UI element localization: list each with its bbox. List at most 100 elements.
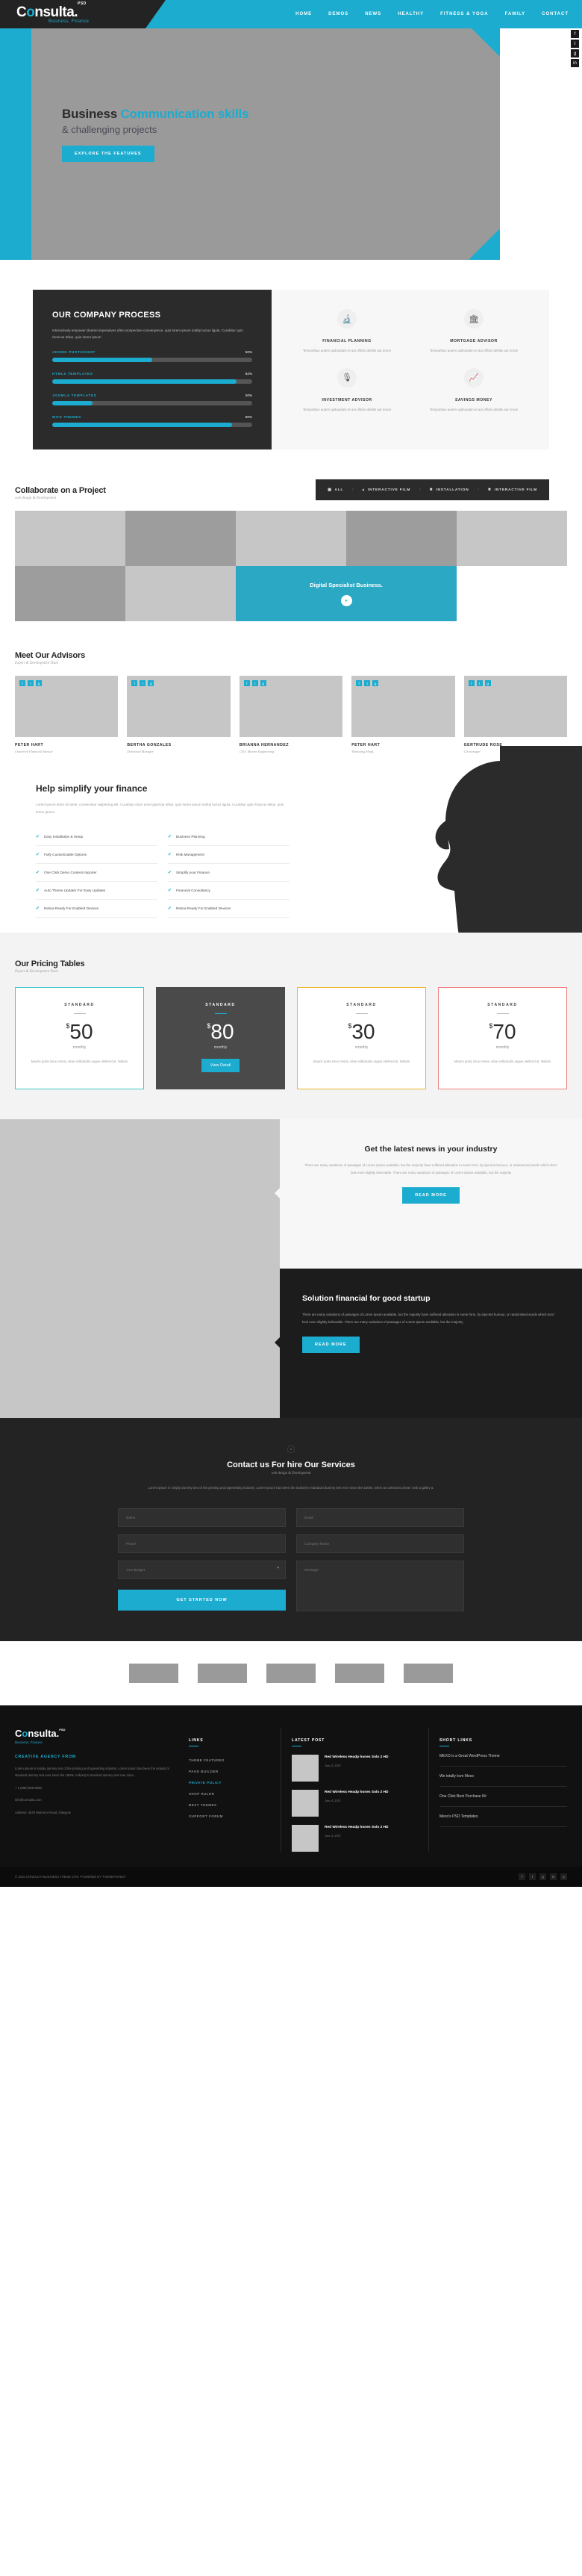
team-member-card[interactable]: f t g BRIANNA HERNANDEZ CEO, Marine Engi… xyxy=(239,676,343,753)
hero-cta-button[interactable]: EXPLORE THE FEATURES xyxy=(62,146,154,162)
feature-label: Auto Theme Updater For Easy Updates xyxy=(44,888,106,892)
short-link-item[interactable]: Mexo's PSD Templates xyxy=(439,1807,567,1828)
team-member-card[interactable]: f t g GERTRUDE ROSE CA manager xyxy=(463,676,567,753)
filter-installation[interactable]: ✖ INSTALLATION xyxy=(430,488,469,492)
twitter-icon[interactable]: t xyxy=(529,1873,536,1881)
client-logo-4[interactable] xyxy=(335,1663,384,1683)
short-link-item[interactable]: We totally love Mexo xyxy=(439,1767,567,1788)
nav-item-home[interactable]: HOME xyxy=(295,12,312,16)
pinterest-icon[interactable]: p xyxy=(560,1873,567,1881)
plan-name: STANDARD xyxy=(487,1002,518,1007)
facebook-icon[interactable]: f xyxy=(468,680,475,687)
twitter-icon[interactable]: t xyxy=(140,680,146,687)
portfolio-tile[interactable] xyxy=(15,566,125,622)
linkedin-icon[interactable]: in xyxy=(571,59,579,67)
portfolio-tile[interactable] xyxy=(236,511,346,567)
service-card[interactable]: 🔬 FINANCIAL PLANNING Temporibus autem qu… xyxy=(284,309,410,355)
footer-link-private-policy[interactable]: PRIVATE POLICY xyxy=(189,1777,267,1788)
portfolio-tile[interactable] xyxy=(15,511,125,567)
google-plus-icon[interactable]: g xyxy=(539,1873,546,1881)
footer-logo[interactable]: Consulta.PSD xyxy=(15,1728,175,1739)
portfolio-tile[interactable] xyxy=(457,511,567,567)
google-plus-icon[interactable]: g xyxy=(571,49,579,57)
facebook-icon[interactable]: f xyxy=(131,680,138,687)
portfolio-feature-tile[interactable]: Digital Specialist Business. + xyxy=(236,566,457,622)
filter-interactive-film-1[interactable]: ▴ INTERACTIVE FILM xyxy=(363,488,411,492)
filter-interactive-film-2[interactable]: ✖ INTERACTIVE FILM xyxy=(488,488,537,492)
google-plus-icon[interactable]: g xyxy=(36,680,42,687)
budget-select[interactable] xyxy=(118,1560,286,1579)
divider xyxy=(496,1012,509,1015)
get-started-button[interactable]: GET STARTED NOW xyxy=(118,1589,286,1611)
logo[interactable]: Consulta. PSD Business, Finance xyxy=(0,0,166,28)
pricing-card[interactable]: STANDARD $50 monthly Mauris porta risus … xyxy=(15,986,144,1090)
service-card[interactable]: 📈 SAVINGS MONEY Temporibus autem quibusd… xyxy=(410,367,537,414)
portfolio-tile[interactable] xyxy=(125,566,236,622)
short-link-item[interactable]: One Click Best Purchase Kit xyxy=(439,1787,567,1808)
google-plus-icon[interactable]: g xyxy=(484,680,491,687)
twitter-icon[interactable]: t xyxy=(571,40,579,48)
short-link-item[interactable]: MEXO is a Great WordPress Theme xyxy=(439,1746,567,1767)
facebook-icon[interactable]: f xyxy=(356,680,363,687)
twitter-icon[interactable]: t xyxy=(251,680,258,687)
nav-item-family[interactable]: FAMILY xyxy=(505,12,525,16)
facebook-icon[interactable]: f xyxy=(519,1873,525,1881)
pricing-card[interactable]: STANDARD $80 monthly View Detail xyxy=(156,986,285,1090)
name-field[interactable] xyxy=(118,1508,286,1527)
check-icon: ✔ xyxy=(168,834,172,839)
client-logo-1[interactable] xyxy=(129,1663,178,1683)
footer-link-best-themes[interactable]: BEST THEMES xyxy=(189,1799,267,1811)
nav-item-fitness[interactable]: FITNESS & YOGA xyxy=(440,12,489,16)
service-card[interactable]: 🏛 MORTGAGE ADVISOR Temporibus autem quib… xyxy=(410,309,537,355)
facebook-icon[interactable]: f xyxy=(243,680,250,687)
footer-post-item[interactable]: Red Wireless Headp hones Solo 2 HD June … xyxy=(292,1755,415,1782)
client-logo-3[interactable] xyxy=(266,1663,316,1683)
nav-item-demos[interactable]: DEMOS xyxy=(328,12,348,16)
triangle-icon: ▴ xyxy=(362,488,365,492)
twitter-icon[interactable]: t xyxy=(28,680,34,687)
portfolio-tile[interactable] xyxy=(346,511,457,567)
nav-item-contact[interactable]: CONTACT xyxy=(542,12,569,16)
linkedin-icon[interactable]: in xyxy=(550,1873,557,1881)
google-plus-icon[interactable]: g xyxy=(372,680,379,687)
skill-bar: JOOMLA TEMPLATES 20% xyxy=(52,393,252,406)
view-detail-button[interactable]: View Detail xyxy=(201,1059,240,1073)
facebook-icon[interactable]: f xyxy=(571,30,579,38)
twitter-icon[interactable]: t xyxy=(364,680,371,687)
features-list: ✔ Easy Installation & Setup ✔ Business Pla… xyxy=(36,828,290,918)
nav-item-news[interactable]: NEWS xyxy=(365,12,381,16)
twitter-icon[interactable]: t xyxy=(476,680,483,687)
team-member-card[interactable]: f t g PETER HART Chartered Financial Adv… xyxy=(15,676,119,753)
client-logo-2[interactable] xyxy=(198,1663,247,1683)
footer-post-item[interactable]: Red Wireless Headp hones Solo 2 HD June … xyxy=(292,1790,415,1817)
budget-select-wrap[interactable] xyxy=(118,1560,286,1579)
client-logo-5[interactable] xyxy=(404,1663,453,1683)
footer-email[interactable]: info@consulta.com xyxy=(15,1797,175,1804)
startup-image xyxy=(0,1269,280,1419)
pricing-card[interactable]: STANDARD $30 monthly Mauris porta risus … xyxy=(297,986,426,1090)
footer-link-support-forum[interactable]: SUPPORT FORUM xyxy=(189,1811,267,1822)
google-plus-icon[interactable]: g xyxy=(148,680,154,687)
message-field[interactable] xyxy=(296,1560,464,1611)
team-member-card[interactable]: f t g PETER HART Marketing Head, xyxy=(351,676,455,753)
company-field[interactable] xyxy=(296,1534,464,1553)
google-plus-icon[interactable]: g xyxy=(260,680,266,687)
phone-field[interactable] xyxy=(118,1534,286,1553)
footer-phone[interactable]: + 1 (888) 888-8888 xyxy=(15,1785,175,1792)
footer-link-theme-features[interactable]: THEME FEATURES xyxy=(189,1755,267,1766)
pricing-card[interactable]: STANDARD $70 monthly Mauris porta risus … xyxy=(438,986,567,1090)
startup-read-more-button[interactable]: READ MORE xyxy=(302,1337,360,1354)
nav-item-healthy[interactable]: HEALTHY xyxy=(398,12,424,16)
footer-link-page-builder[interactable]: PAGE BUILDER xyxy=(189,1766,267,1777)
service-card[interactable]: 🎙 INVESTMENT ADVISOR Temporibus autem qu… xyxy=(284,367,410,414)
team-member-card[interactable]: f t g BERTHA GONZALES Divisional Manager xyxy=(127,676,231,753)
portfolio-tile[interactable] xyxy=(125,511,236,567)
email-field[interactable] xyxy=(296,1508,464,1527)
filter-all[interactable]: ▦ ALL xyxy=(328,488,343,492)
plus-icon[interactable]: + xyxy=(340,594,352,606)
service-name: MORTGAGE ADVISOR xyxy=(450,339,498,343)
footer-post-item[interactable]: Red Wireless Headp hones Solo 2 HD June … xyxy=(292,1825,415,1852)
footer-link-shop-ruler[interactable]: SHOP RULER xyxy=(189,1788,267,1799)
facebook-icon[interactable]: f xyxy=(19,680,25,687)
news-read-more-button[interactable]: READ MORE xyxy=(402,1187,460,1204)
